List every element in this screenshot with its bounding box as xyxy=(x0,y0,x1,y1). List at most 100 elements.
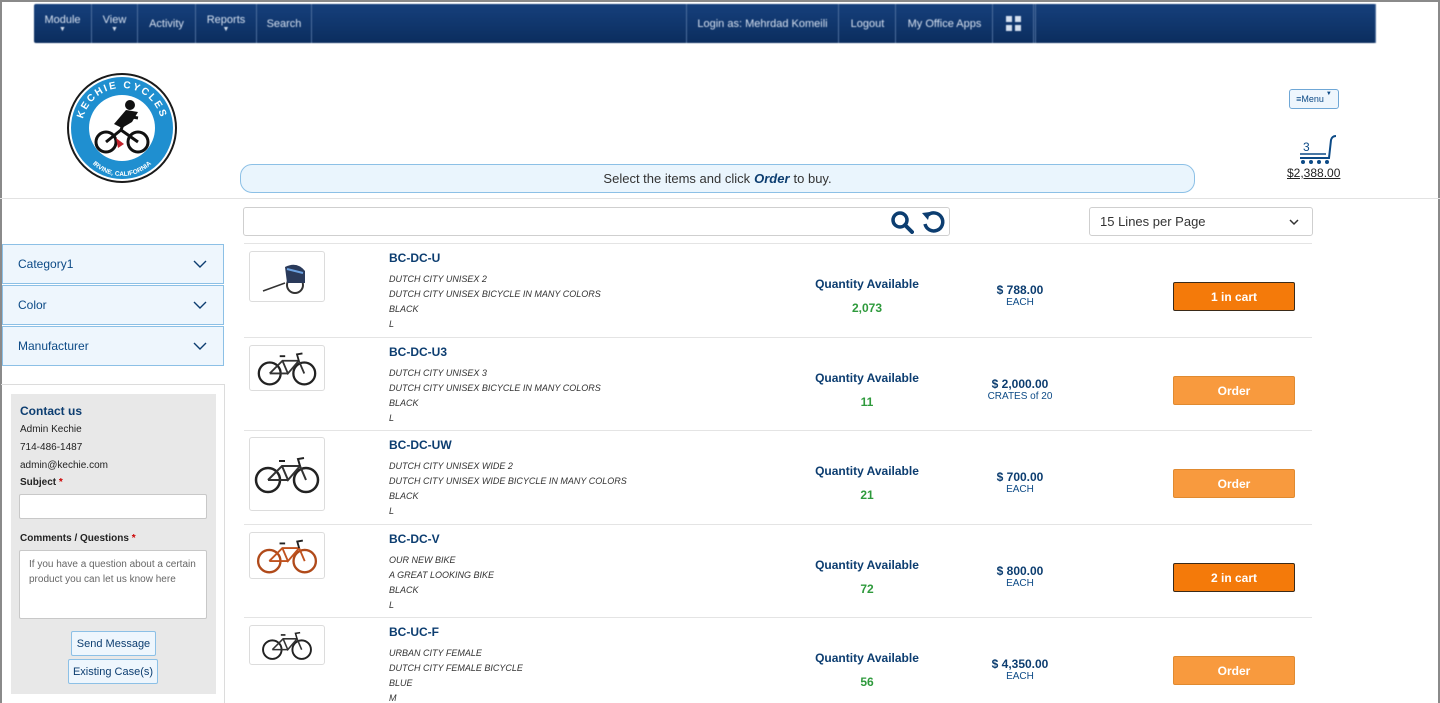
cart-total[interactable]: $2,388.00 xyxy=(1287,166,1340,180)
nav-office-apps[interactable]: My Office Apps xyxy=(897,4,993,43)
quantity-available-value: 72 xyxy=(860,582,874,596)
contact-title: Contact us xyxy=(20,404,83,418)
banner-text-order: Order xyxy=(754,171,790,186)
send-message-button[interactable]: Send Message xyxy=(71,631,156,656)
nav-logout-label: Logout xyxy=(850,17,885,30)
nav-divider xyxy=(1035,4,1036,43)
filter-category1[interactable]: Category1 xyxy=(2,244,224,284)
caret-down-icon: ▼ xyxy=(1325,91,1332,97)
nav-login-info[interactable]: Login as: Mehrdad Komeili xyxy=(686,4,839,43)
product-desc-line: DUTCH CITY UNISEX WIDE 2 xyxy=(389,461,513,471)
kechie-cycles-logo: KECHIE CYCLES IRVINE, CALIFORNIA xyxy=(67,73,177,183)
search-input[interactable] xyxy=(243,207,950,236)
quantity-available-label: Quantity Available xyxy=(815,651,919,665)
product-desc-line: OUR NEW BIKE xyxy=(389,555,456,565)
comments-label: Comments / Questions * xyxy=(20,533,136,544)
quantity-available-value: 11 xyxy=(860,395,874,409)
bicycle-icon xyxy=(252,348,322,388)
product-description: OUR NEW BIKE A GREAT LOOKING BIKE BLACK … xyxy=(389,553,494,613)
in-cart-button[interactable]: 2 in cart xyxy=(1173,563,1295,592)
product-image[interactable] xyxy=(249,532,325,579)
quantity-available-value: 2,073 xyxy=(851,301,883,315)
apps-grid-icon xyxy=(1006,16,1021,31)
product-description: DUTCH CITY UNISEX 2 DUTCH CITY UNISEX BI… xyxy=(389,272,601,332)
filter-manufacturer[interactable]: Manufacturer xyxy=(2,326,224,366)
product-price: $ 4,350.00 xyxy=(991,657,1049,671)
chevron-down-icon xyxy=(193,301,207,309)
banner-text-pre: Select the items and click xyxy=(603,171,751,186)
product-sku[interactable]: BC-DC-U3 xyxy=(389,345,447,359)
order-button[interactable]: Order xyxy=(1173,376,1295,405)
product-desc-line: DUTCH CITY UNISEX 2 xyxy=(389,274,487,284)
menu-button[interactable]: ≡Menu ▼ xyxy=(1289,89,1339,109)
nav-reports[interactable]: Reports ▼ xyxy=(196,4,257,43)
chevron-down-icon xyxy=(193,342,207,350)
filter-label: Color xyxy=(18,298,47,312)
nav-activity[interactable]: Activity xyxy=(138,4,196,43)
nav-module[interactable]: Module ▼ xyxy=(34,4,92,43)
nav-activity-label: Activity xyxy=(149,17,184,30)
product-desc-line: DUTCH CITY UNISEX BICYCLE IN MANY COLORS xyxy=(389,383,601,393)
product-price: $ 700.00 xyxy=(996,470,1044,484)
product-image[interactable] xyxy=(249,437,325,511)
lines-per-page-value: 15 Lines per Page xyxy=(1100,214,1206,229)
subject-field[interactable] xyxy=(19,494,207,519)
product-desc-line: DUTCH CITY FEMALE BICYCLE xyxy=(389,663,523,673)
nav-search-label: Search xyxy=(266,17,302,30)
product-image[interactable] xyxy=(249,345,325,391)
nav-search[interactable]: Search xyxy=(257,4,312,43)
nav-view[interactable]: View ▼ xyxy=(92,4,138,43)
caret-down-icon: ▼ xyxy=(222,26,230,33)
product-image[interactable] xyxy=(249,625,325,665)
nav-login-label: Login as: Mehrdad Komeili xyxy=(697,17,828,30)
product-price: $ 788.00 xyxy=(996,283,1044,297)
product-size: L xyxy=(389,506,395,516)
product-color: BLUE xyxy=(389,678,413,688)
quantity-available-value: 21 xyxy=(860,488,874,502)
product-unit: CRATES of 20 xyxy=(987,391,1053,402)
product-size: L xyxy=(389,319,395,329)
product-desc-line: URBAN CITY FEMALE xyxy=(389,648,482,658)
product-unit: EACH xyxy=(1006,297,1034,308)
nav-logout[interactable]: Logout xyxy=(840,4,896,43)
product-desc-line: DUTCH CITY UNISEX WIDE BICYCLE IN MANY C… xyxy=(389,476,627,486)
nav-apps-grid[interactable] xyxy=(994,4,1034,43)
existing-cases-button[interactable]: Existing Case(s) xyxy=(68,659,158,684)
cart[interactable]: 3 $2,388.00 xyxy=(1282,134,1346,182)
product-sku[interactable]: BC-DC-UW xyxy=(389,438,452,452)
filter-color[interactable]: Color xyxy=(2,285,224,325)
product-image[interactable] xyxy=(249,251,325,302)
product-desc-line: DUTCH CITY UNISEX BICYCLE IN MANY COLORS xyxy=(389,289,601,299)
in-cart-button[interactable]: 1 in cart xyxy=(1173,282,1295,311)
quantity-available-label: Quantity Available xyxy=(815,371,919,385)
product-description: DUTCH CITY UNISEX 3 DUTCH CITY UNISEX BI… xyxy=(389,366,601,426)
product-sku[interactable]: BC-UC-F xyxy=(389,625,439,639)
comments-placeholder: If you have a question about a certain p… xyxy=(29,559,196,585)
nav-office-apps-label: My Office Apps xyxy=(907,17,982,30)
product-row: BC-DC-U3 DUTCH CITY UNISEX 3 DUTCH CITY … xyxy=(244,337,1312,430)
nav-reports-label: Reports xyxy=(206,14,246,26)
product-unit: EACH xyxy=(1006,484,1034,495)
reset-icon[interactable] xyxy=(920,209,946,235)
order-button[interactable]: Order xyxy=(1173,469,1295,498)
bike-trailer-icon xyxy=(257,257,317,297)
product-size: M xyxy=(389,693,397,703)
product-description: DUTCH CITY UNISEX WIDE 2 DUTCH CITY UNIS… xyxy=(389,459,627,519)
product-sku[interactable]: BC-DC-U xyxy=(389,251,440,265)
order-button[interactable]: Order xyxy=(1173,656,1295,685)
product-price: $ 800.00 xyxy=(996,564,1044,578)
subject-label: Subject * xyxy=(20,477,63,488)
lines-per-page-select[interactable]: 15 Lines per Page xyxy=(1089,207,1313,236)
top-nav-bar: Module ▼ View ▼ Activity Reports ▼ Search L… xyxy=(34,4,1376,43)
quantity-available-label: Quantity Available xyxy=(815,464,919,478)
product-unit: EACH xyxy=(1006,578,1034,589)
search-icon[interactable] xyxy=(890,210,914,234)
quantity-available-label: Quantity Available xyxy=(815,558,919,572)
product-sku[interactable]: BC-DC-V xyxy=(389,532,440,546)
product-size: L xyxy=(389,600,395,610)
menu-label: ≡Menu xyxy=(1296,94,1324,104)
contact-panel: Contact us Admin Kechie 714-486-1487 adm… xyxy=(11,394,216,694)
product-row: BC-UC-F URBAN CITY FEMALE DUTCH CITY FEM… xyxy=(244,617,1312,703)
comments-field[interactable]: If you have a question about a certain p… xyxy=(19,550,207,619)
product-unit: EACH xyxy=(1006,671,1034,682)
